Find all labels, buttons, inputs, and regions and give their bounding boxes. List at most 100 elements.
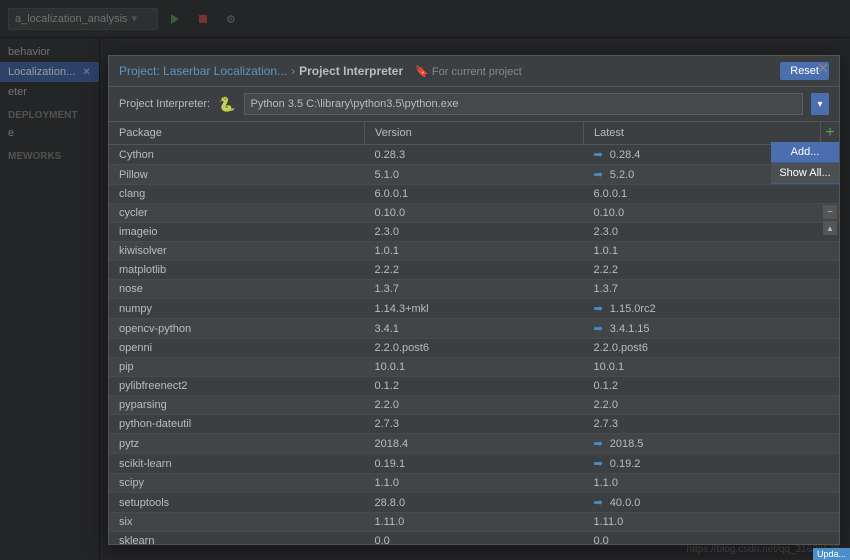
cell-package: nose	[109, 280, 365, 299]
breadcrumb: Project: Laserbar Localization... › Proj…	[119, 64, 780, 78]
cell-package: scikit-learn	[109, 454, 365, 474]
cell-package: python-dateutil	[109, 415, 365, 434]
cell-latest: 6.0.0.1	[584, 185, 840, 204]
cell-latest: 1.1.0	[584, 474, 840, 493]
cell-version: 1.1.0	[365, 474, 584, 493]
table-row[interactable]: nose1.3.71.3.7	[109, 280, 839, 299]
packages-table-container[interactable]: Package Version Latest + Cython0.28.3➡ 0…	[109, 122, 839, 544]
cell-latest: ➡ 1.15.0rc2	[584, 299, 840, 319]
modal-content: Project Interpreter: 🐍 Python 3.5 C:\lib…	[109, 87, 839, 544]
table-row[interactable]: sklearn0.00.0	[109, 532, 839, 545]
table-row[interactable]: pylibfreenect20.1.20.1.2	[109, 377, 839, 396]
packages-table: Package Version Latest + Cython0.28.3➡ 0…	[109, 122, 839, 544]
side-buttons: − ▲	[821, 201, 839, 239]
select-arrow[interactable]: ▾	[811, 93, 829, 115]
interpreter-select[interactable]: Python 3.5 C:\library\python3.5\python.e…	[244, 93, 803, 115]
col-version[interactable]: Version	[365, 122, 584, 145]
cell-latest: ➡ 40.0.0	[584, 493, 840, 513]
cell-latest: 0.10.0	[584, 204, 840, 223]
up-button[interactable]: ▲	[823, 221, 837, 235]
cell-package: cycler	[109, 204, 365, 223]
table-row[interactable]: kiwisolver1.0.11.0.1	[109, 242, 839, 261]
cell-package: openni	[109, 339, 365, 358]
breadcrumb-sub: 🔖 For current project	[415, 65, 522, 78]
cell-version: 1.11.0	[365, 513, 584, 532]
table-row[interactable]: imageio2.3.02.3.0	[109, 223, 839, 242]
cell-latest: 10.0.1	[584, 358, 840, 377]
table-row[interactable]: pyparsing2.2.02.2.0	[109, 396, 839, 415]
table-row[interactable]: Pillow5.1.0➡ 5.2.0	[109, 165, 839, 185]
cell-version: 2.2.2	[365, 261, 584, 280]
cell-version: 2.3.0	[365, 223, 584, 242]
cell-latest: ➡ 0.19.2	[584, 454, 840, 474]
modal-header: Project: Laserbar Localization... › Proj…	[109, 56, 839, 87]
cell-package: setuptools	[109, 493, 365, 513]
table-row[interactable]: opencv-python3.4.1➡ 3.4.1.15	[109, 319, 839, 339]
cell-latest: 1.0.1	[584, 242, 840, 261]
add-button[interactable]: Add...	[771, 142, 839, 163]
cell-package: sklearn	[109, 532, 365, 545]
cell-version: 0.1.2	[365, 377, 584, 396]
cell-version: 1.0.1	[365, 242, 584, 261]
close-button[interactable]: ✕	[815, 60, 831, 76]
breadcrumb-separator: ›	[291, 64, 295, 78]
cell-latest: 2.7.3	[584, 415, 840, 434]
cell-package: Cython	[109, 145, 365, 165]
table-row[interactable]: scipy1.1.01.1.0	[109, 474, 839, 493]
cell-version: 0.19.1	[365, 454, 584, 474]
cell-latest: 1.3.7	[584, 280, 840, 299]
breadcrumb-parent[interactable]: Project: Laserbar Localization...	[119, 64, 287, 78]
cell-version: 1.3.7	[365, 280, 584, 299]
table-row[interactable]: clang6.0.0.16.0.0.1	[109, 185, 839, 204]
cell-latest: 2.3.0	[584, 223, 840, 242]
cell-package: imageio	[109, 223, 365, 242]
cell-version: 10.0.1	[365, 358, 584, 377]
table-row[interactable]: python-dateutil2.7.32.7.3	[109, 415, 839, 434]
cell-latest: ➡ 3.4.1.15	[584, 319, 840, 339]
cell-package: clang	[109, 185, 365, 204]
cell-version: 28.8.0	[365, 493, 584, 513]
cell-version: 0.10.0	[365, 204, 584, 223]
show-all-button[interactable]: Show All...	[771, 163, 839, 184]
cell-latest: 1.11.0	[584, 513, 840, 532]
cell-package: matplotlib	[109, 261, 365, 280]
table-row[interactable]: cycler0.10.00.10.0	[109, 204, 839, 223]
update-badge: Upda...	[813, 548, 850, 560]
cell-package: numpy	[109, 299, 365, 319]
cell-version: 2018.4	[365, 434, 584, 454]
interpreter-label: Project Interpreter:	[119, 98, 210, 110]
cell-version: 1.14.3+mkl	[365, 299, 584, 319]
cell-version: 2.2.0	[365, 396, 584, 415]
add-package-button[interactable]: +	[821, 122, 839, 144]
col-package[interactable]: Package	[109, 122, 365, 145]
interpreter-row: Project Interpreter: 🐍 Python 3.5 C:\lib…	[109, 87, 839, 122]
minus-button[interactable]: −	[823, 205, 837, 219]
cell-version: 3.4.1	[365, 319, 584, 339]
project-interpreter-dialog: Project: Laserbar Localization... › Proj…	[108, 55, 840, 545]
cell-package: kiwisolver	[109, 242, 365, 261]
cell-latest: ➡ 2018.5	[584, 434, 840, 454]
table-row[interactable]: numpy1.14.3+mkl➡ 1.15.0rc2	[109, 299, 839, 319]
table-row[interactable]: six1.11.01.11.0	[109, 513, 839, 532]
table-row[interactable]: pip10.0.110.0.1	[109, 358, 839, 377]
table-row[interactable]: matplotlib2.2.22.2.2	[109, 261, 839, 280]
cell-latest: 0.1.2	[584, 377, 840, 396]
table-row[interactable]: scikit-learn0.19.1➡ 0.19.2	[109, 454, 839, 474]
cell-package: six	[109, 513, 365, 532]
table-row[interactable]: Cython0.28.3➡ 0.28.4	[109, 145, 839, 165]
cell-package: pip	[109, 358, 365, 377]
cell-package: opencv-python	[109, 319, 365, 339]
table-row[interactable]: openni2.2.0.post62.2.0.post6	[109, 339, 839, 358]
cell-version: 0.28.3	[365, 145, 584, 165]
cell-package: pyparsing	[109, 396, 365, 415]
cell-version: 6.0.0.1	[365, 185, 584, 204]
cell-package: scipy	[109, 474, 365, 493]
cell-latest: 2.2.0.post6	[584, 339, 840, 358]
table-row[interactable]: setuptools28.8.0➡ 40.0.0	[109, 493, 839, 513]
table-row[interactable]: pytz2018.4➡ 2018.5	[109, 434, 839, 454]
cell-latest: 0.0	[584, 532, 840, 545]
cell-latest: 2.2.0	[584, 396, 840, 415]
cell-package: Pillow	[109, 165, 365, 185]
cell-version: 2.7.3	[365, 415, 584, 434]
cell-version: 0.0	[365, 532, 584, 545]
